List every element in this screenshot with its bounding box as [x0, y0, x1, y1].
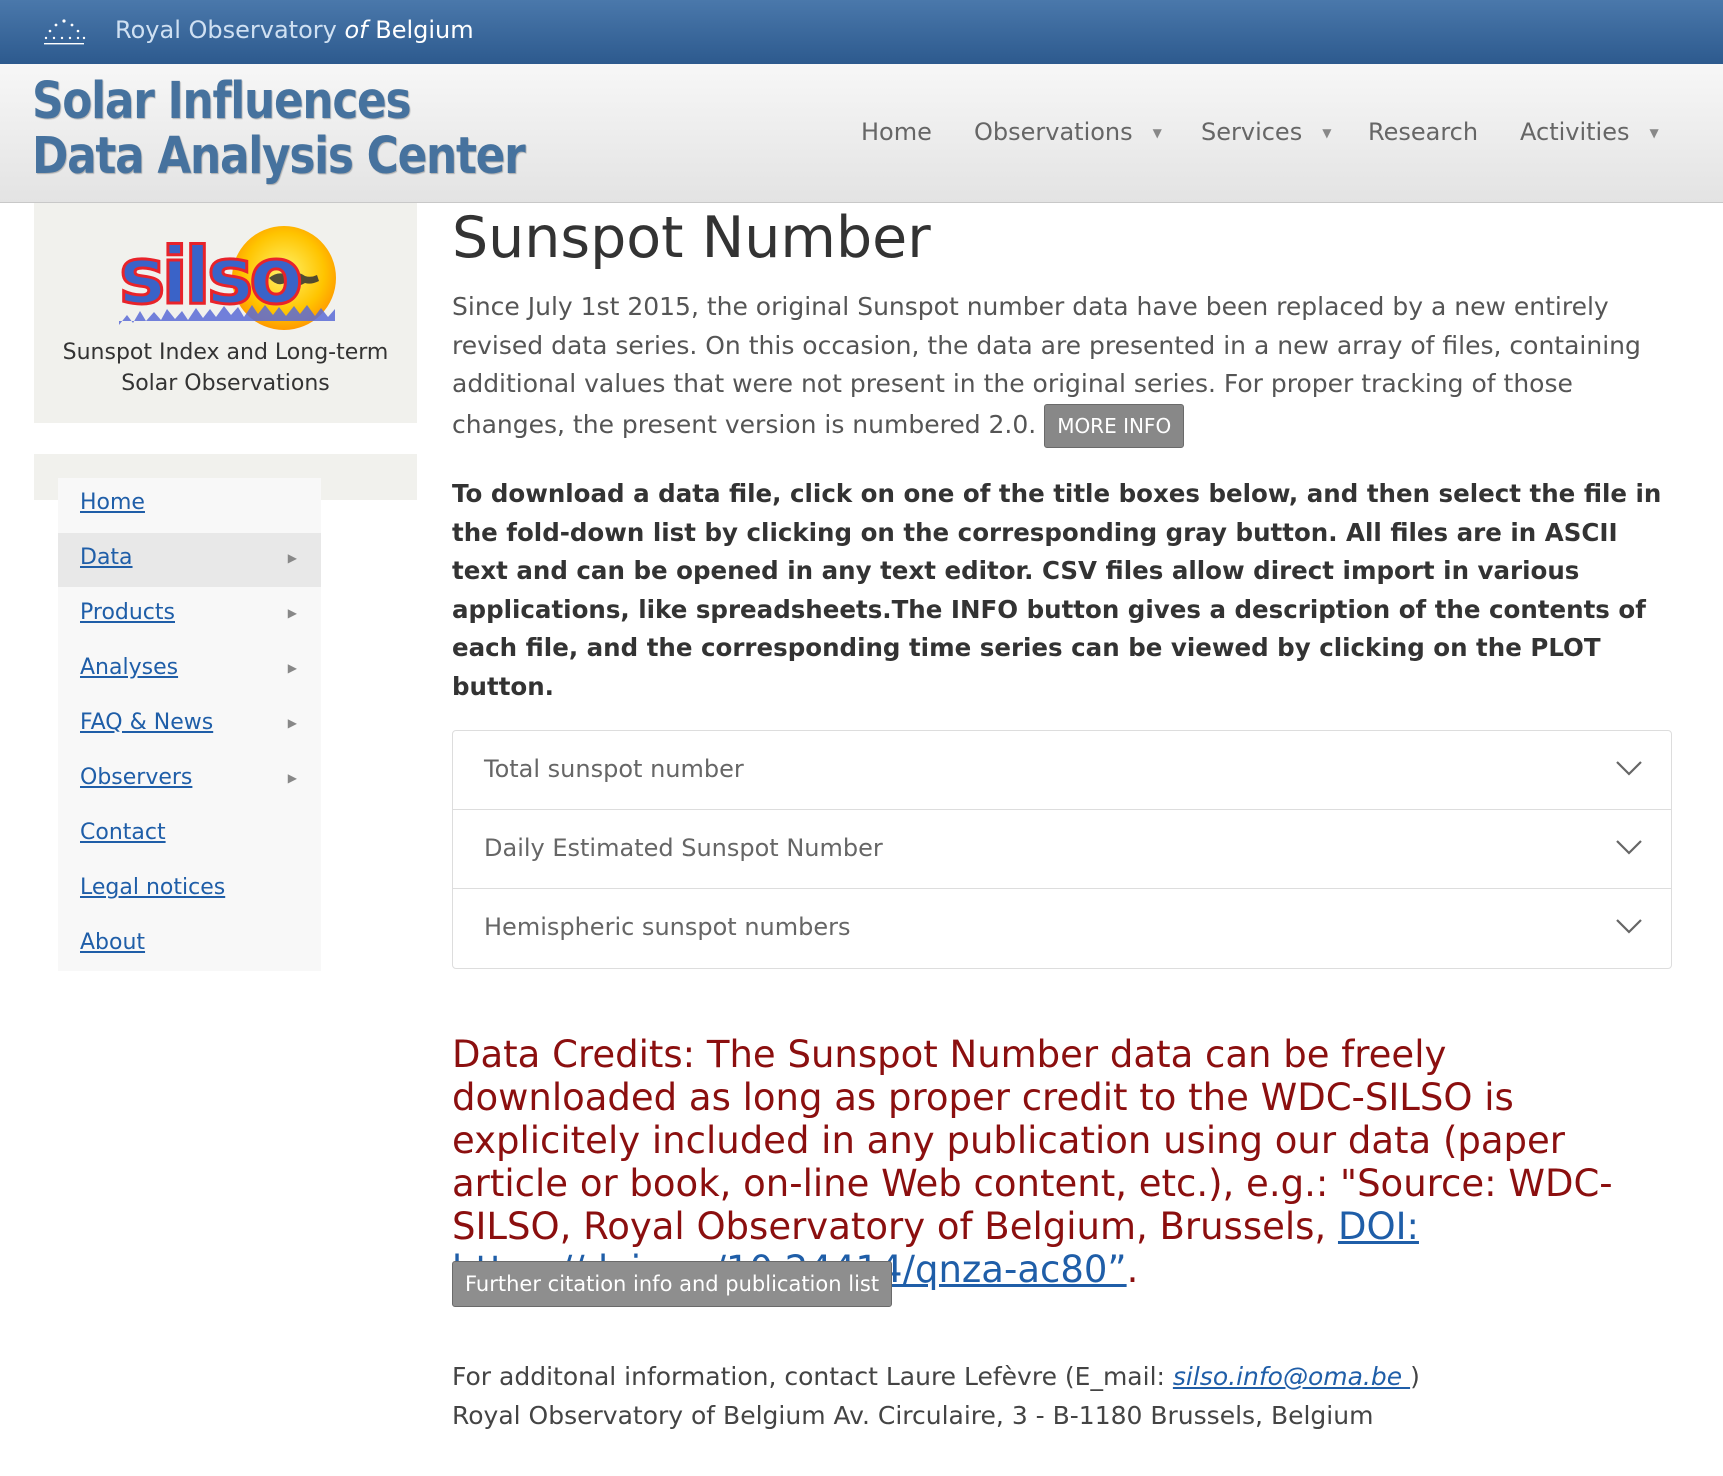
chevron-down-icon: ▼ — [1649, 126, 1659, 140]
chevron-right-icon: ▶ — [287, 606, 297, 620]
site-title-line2: Data Analysis Center — [32, 127, 526, 186]
accordion-label: Total sunspot number — [484, 755, 744, 783]
sidebar-item-observers[interactable]: Observers ▶ — [58, 753, 321, 807]
sidebar-item-faq-news[interactable]: FAQ & News ▶ — [58, 698, 321, 752]
data-accordion: Total sunspot number Daily Estimated Sun… — [452, 730, 1672, 969]
observatory-link[interactable]: Royal Observatory of Belgium — [115, 16, 474, 44]
sidebar-item-products[interactable]: Products ▶ — [58, 588, 321, 642]
chevron-down-icon: ▼ — [1152, 126, 1162, 140]
sidebar-item-legal-notices[interactable]: Legal notices — [58, 863, 321, 917]
contact-text-end: ) — [1410, 1362, 1420, 1391]
nav-observations[interactable]: Observations ▼ — [974, 118, 1162, 146]
accordion-total-sunspot-number[interactable]: Total sunspot number — [453, 731, 1671, 810]
chevron-right-icon: ▶ — [287, 661, 297, 675]
sidebar-item-label[interactable]: Analyses — [80, 655, 178, 680]
chevron-down-icon — [1616, 919, 1642, 934]
sidebar-item-label[interactable]: FAQ & News — [80, 710, 213, 735]
nav-research[interactable]: Research — [1368, 118, 1478, 146]
nav-activities[interactable]: Activities ▼ — [1520, 118, 1659, 146]
chevron-right-icon: ▶ — [287, 771, 297, 785]
credits-end: . — [1126, 1248, 1139, 1291]
site-header: Solar Influences Data Analysis Center Ho… — [0, 64, 1723, 203]
stars-logo-icon — [44, 19, 86, 45]
contact-line-1: For additonal information, contact Laure… — [452, 1358, 1672, 1397]
chevron-right-icon: ▶ — [287, 551, 297, 565]
sidebar-item-contact[interactable]: Contact — [58, 808, 321, 862]
silso-caption-line2: Solar Observations — [121, 371, 330, 396]
intro-paragraph: Since July 1st 2015, the original Sunspo… — [452, 288, 1672, 448]
sidebar-item-label[interactable]: Home — [80, 490, 145, 515]
nav-services[interactable]: Services ▼ — [1201, 118, 1331, 146]
sidebar-item-label[interactable]: Products — [80, 600, 175, 625]
sidebar-item-about[interactable]: About — [58, 918, 321, 972]
data-credits: Data Credits: The Sunspot Number data ca… — [452, 1033, 1672, 1291]
silso-logo-box: silso Sunspot Index and Long-term Solar … — [34, 203, 417, 423]
credits-text: Data Credits: The Sunspot Number data ca… — [452, 1033, 1613, 1248]
site-title-line1: Solar Influences — [32, 72, 412, 131]
accordion-label: Daily Estimated Sunspot Number — [484, 834, 883, 862]
sidebar-item-label[interactable]: Contact — [80, 820, 166, 845]
silso-caption: Sunspot Index and Long-term Solar Observ… — [34, 337, 417, 399]
top-bar: Royal Observatory of Belgium — [0, 0, 1723, 64]
chevron-right-icon: ▶ — [287, 716, 297, 730]
chevron-down-icon — [1616, 761, 1642, 776]
accordion-hemispheric-sunspot-numbers[interactable]: Hemispheric sunspot numbers — [453, 889, 1671, 968]
sidebar-item-label[interactable]: Observers — [80, 765, 192, 790]
chevron-down-icon — [1616, 840, 1642, 855]
accordion-label: Hemispheric sunspot numbers — [484, 913, 851, 941]
sidebar-item-analyses[interactable]: Analyses ▶ — [58, 643, 321, 697]
nav-home[interactable]: Home — [861, 118, 932, 146]
contact-text: For additonal information, contact Laure… — [452, 1362, 1173, 1391]
silso-logo[interactable]: silso — [119, 223, 364, 343]
email-link[interactable]: silso.info@oma.be — [1173, 1362, 1410, 1391]
page-title: Sunspot Number — [452, 205, 931, 271]
sidebar-menu: Home Data ▶ Products ▶ Analyses ▶ FAQ & New… — [58, 478, 321, 971]
download-instructions: To download a data file, click on one of… — [452, 479, 1662, 701]
sidebar-item-data[interactable]: Data ▶ — [58, 533, 321, 587]
silso-caption-line1: Sunspot Index and Long-term — [62, 340, 389, 365]
contact-info: For additonal information, contact Laure… — [452, 1358, 1672, 1435]
chevron-down-icon: ▼ — [1322, 126, 1332, 140]
sidebar-item-label[interactable]: Data — [80, 545, 133, 570]
contact-line-2: Royal Observatory of Belgium Av. Circula… — [452, 1400, 1374, 1430]
more-info-button[interactable]: MORE INFO — [1044, 403, 1185, 448]
silso-logo-text: silso — [119, 232, 300, 322]
site-title[interactable]: Solar Influences Data Analysis Center — [32, 72, 526, 186]
sidebar-item-home[interactable]: Home — [58, 478, 321, 532]
citation-info-button[interactable]: Further citation info and publication li… — [452, 1261, 893, 1307]
sidebar-item-label[interactable]: About — [80, 930, 145, 955]
accordion-daily-estimated-sunspot-number[interactable]: Daily Estimated Sunspot Number — [453, 810, 1671, 889]
sidebar-item-label[interactable]: Legal notices — [80, 875, 225, 900]
